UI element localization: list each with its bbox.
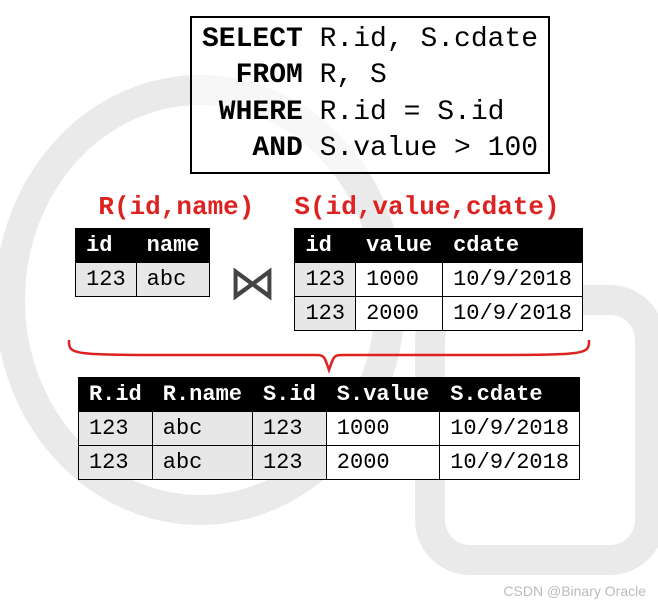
table-result: R.id R.name S.id S.value S.cdate 123 abc… — [78, 377, 580, 480]
th: S.cdate — [440, 377, 580, 411]
th-s-id: id — [295, 228, 356, 262]
schema-s: S(id,value,cdate) — [294, 192, 559, 222]
schema-r: R(id,name) — [98, 192, 254, 222]
td: 10/9/2018 — [443, 296, 583, 330]
th: R.name — [152, 377, 252, 411]
table-row: R.id R.name S.id S.value S.cdate — [78, 377, 579, 411]
table-row: 123 2000 10/9/2018 — [295, 296, 582, 330]
sql-select-cols: R.id, S.cdate — [303, 24, 538, 55]
td: 123 — [252, 411, 326, 445]
table-s: id value cdate 123 1000 10/9/2018 123 20… — [294, 228, 582, 331]
table-row: 123 abc — [76, 262, 210, 296]
kw-select: SELECT — [202, 24, 303, 55]
td: abc — [136, 262, 210, 296]
brace — [10, 335, 648, 375]
schema-labels: R(id,name) S(id,value,cdate) — [10, 192, 648, 222]
td: 1000 — [326, 411, 439, 445]
td: 123 — [252, 445, 326, 479]
td: 10/9/2018 — [440, 411, 580, 445]
td: abc — [152, 411, 252, 445]
th-r-name: name — [136, 228, 210, 262]
table-row: 123 abc 123 1000 10/9/2018 — [78, 411, 579, 445]
table-row: 123 abc 123 2000 10/9/2018 — [78, 445, 579, 479]
td: 123 — [78, 445, 152, 479]
table-r: id name 123 abc — [75, 228, 210, 297]
th: S.value — [326, 377, 439, 411]
join-row: id name 123 abc ⋈ id value cdate 123 100… — [10, 228, 648, 331]
td: 123 — [76, 262, 137, 296]
watermark: CSDN @Binary Oracle — [503, 583, 646, 599]
th: S.id — [252, 377, 326, 411]
td: 2000 — [356, 296, 443, 330]
sql-from: R, S — [303, 60, 387, 91]
brace-icon — [59, 335, 599, 375]
join-icon: ⋈ — [228, 255, 276, 314]
kw-where: WHERE — [202, 97, 303, 128]
th-s-cdate: cdate — [443, 228, 583, 262]
table-row: id value cdate — [295, 228, 582, 262]
td: abc — [152, 445, 252, 479]
th: R.id — [78, 377, 152, 411]
td: 2000 — [326, 445, 439, 479]
td: 10/9/2018 — [440, 445, 580, 479]
td: 1000 — [356, 262, 443, 296]
kw-and: AND — [202, 133, 303, 164]
kw-from: FROM — [202, 60, 303, 91]
td: 123 — [295, 296, 356, 330]
table-row: id name — [76, 228, 210, 262]
th-r-id: id — [76, 228, 137, 262]
td: 10/9/2018 — [443, 262, 583, 296]
th-s-value: value — [356, 228, 443, 262]
sql-where: R.id = S.id — [303, 97, 505, 128]
sql-and: S.value > 100 — [303, 133, 538, 164]
table-row: 123 1000 10/9/2018 — [295, 262, 582, 296]
td: 123 — [295, 262, 356, 296]
sql-query-box: SELECT R.id, S.cdate FROM R, S WHERE R.i… — [190, 16, 550, 174]
td: 123 — [78, 411, 152, 445]
